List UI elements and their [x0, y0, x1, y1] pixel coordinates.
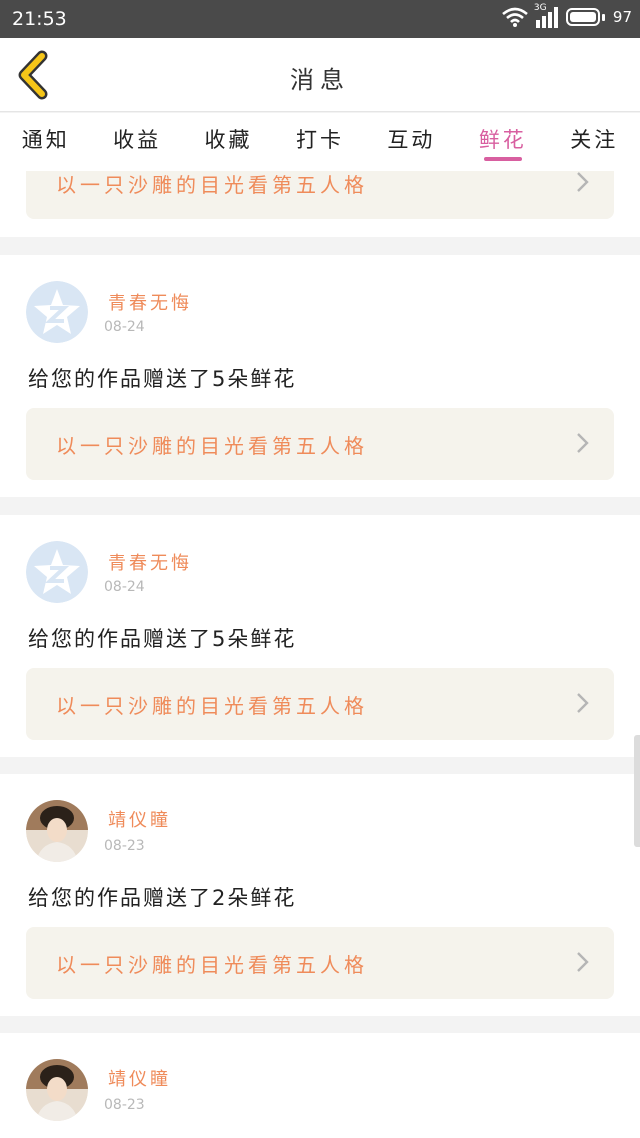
list-item: 青春无悔 08-24 给您的作品赠送了5朵鲜花 以一只沙雕的目光看第五人格 [0, 255, 640, 497]
username[interactable]: 青春无悔 [108, 549, 192, 575]
status-bar: 21:53 3G 97 [0, 0, 640, 38]
avatar[interactable] [26, 1059, 88, 1121]
user-photo-avatar-icon [26, 1059, 88, 1121]
work-title: 以一只沙雕的目光看第五人格 [56, 173, 368, 197]
page-title: 消息 [290, 66, 350, 94]
tab-bar: 通知 收益 收藏 打卡 互动 鲜花 关注 [0, 113, 640, 171]
work-link[interactable]: 以一只沙雕的目光看第五人格 [26, 171, 614, 219]
work-link[interactable]: 以一只沙雕的目光看第五人格 [26, 927, 614, 999]
network-type: 3G [533, 3, 547, 13]
qq-default-avatar-icon [26, 541, 88, 603]
status-time: 21:53 [12, 8, 67, 30]
username[interactable]: 青春无悔 [108, 289, 192, 315]
tab-interactions[interactable]: 互动 [366, 113, 457, 171]
wifi-icon [502, 7, 528, 27]
chevron-right-icon [577, 952, 589, 972]
list-item: 以一只沙雕的目光看第五人格 [0, 171, 640, 237]
work-title: 以一只沙雕的目光看第五人格 [56, 953, 368, 977]
date: 08-23 [104, 838, 145, 854]
tab-following[interactable]: 关注 [549, 113, 640, 171]
list-item: 靖仪瞳 08-23 给您的作品赠送了2朵鲜花 以一只沙雕的目光看第五人格 [0, 774, 640, 1016]
list-item: 青春无悔 08-24 给您的作品赠送了5朵鲜花 以一只沙雕的目光看第五人格 [0, 515, 640, 757]
scrollbar-handle[interactable] [634, 735, 640, 847]
list-item: 靖仪瞳 08-23 [0, 1033, 640, 1138]
message-list[interactable]: 以一只沙雕的目光看第五人格 青春无悔 08-24 给您的作品赠送了5朵鲜花 以一… [0, 171, 640, 1138]
battery-icon [565, 8, 600, 26]
qq-default-avatar-icon [26, 281, 88, 343]
username[interactable]: 靖仪瞳 [108, 806, 171, 832]
work-title: 以一只沙雕的目光看第五人格 [56, 694, 368, 718]
chevron-right-icon [577, 693, 589, 713]
message-text: 给您的作品赠送了5朵鲜花 [28, 367, 297, 391]
date: 08-24 [104, 319, 145, 335]
avatar[interactable] [26, 281, 88, 343]
work-title: 以一只沙雕的目光看第五人格 [56, 434, 368, 458]
tab-flowers[interactable]: 鲜花 [457, 113, 548, 171]
avatar[interactable] [26, 800, 88, 862]
message-text: 给您的作品赠送了5朵鲜花 [28, 627, 297, 651]
battery-level: 97 [612, 8, 632, 26]
tab-favorites[interactable]: 收藏 [183, 113, 274, 171]
date: 08-23 [104, 1097, 145, 1113]
date: 08-24 [104, 579, 145, 595]
chevron-right-icon [577, 172, 589, 192]
user-photo-avatar-icon [26, 800, 88, 862]
status-icons: 3G 97 [502, 3, 632, 28]
work-link[interactable]: 以一只沙雕的目光看第五人格 [26, 408, 614, 480]
tab-checkin[interactable]: 打卡 [274, 113, 365, 171]
username[interactable]: 靖仪瞳 [108, 1065, 171, 1091]
header: 消息 [0, 38, 640, 112]
chevron-right-icon [577, 433, 589, 453]
signal-icon: 3G [533, 3, 558, 28]
message-text: 给您的作品赠送了2朵鲜花 [28, 886, 297, 910]
work-link[interactable]: 以一只沙雕的目光看第五人格 [26, 668, 614, 740]
tab-notifications[interactable]: 通知 [0, 113, 91, 171]
avatar[interactable] [26, 541, 88, 603]
tab-earnings[interactable]: 收益 [91, 113, 182, 171]
